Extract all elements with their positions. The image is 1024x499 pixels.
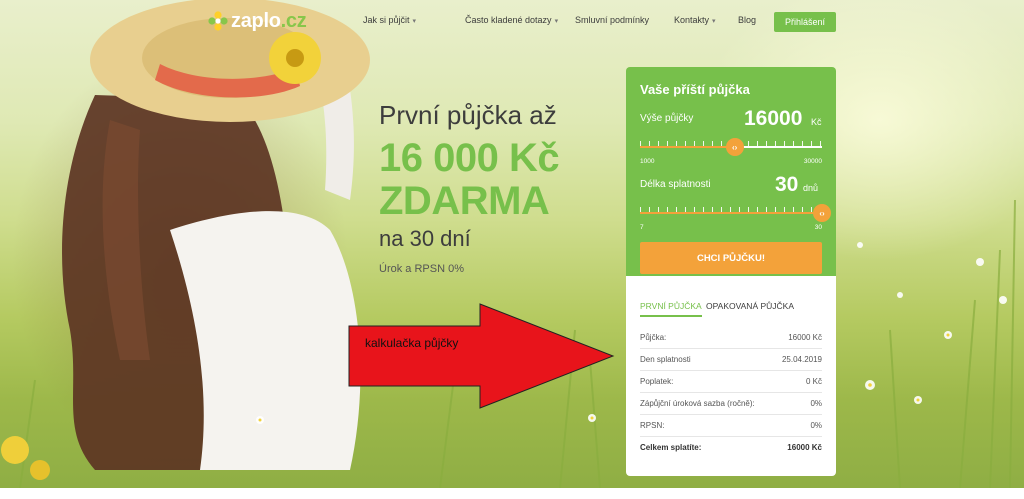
slider-handle[interactable]: ‹› xyxy=(813,204,831,222)
nav-item-terms[interactable]: Smluvní podmínky xyxy=(575,15,649,25)
hero-headline-free: ZDARMA xyxy=(379,179,550,223)
apply-loan-button[interactable]: CHCI PŮJČKU! xyxy=(640,242,822,274)
loan-summary: PRVNÍ PŮJČKA OPAKOVANÁ PŮJČKA Půjčka: 160… xyxy=(626,276,836,476)
table-row: Půjčka: 16000 Kč xyxy=(640,327,822,349)
hero-headline-amount: 16 000 Kč xyxy=(379,136,560,180)
table-row: Poplatek: 0 Kč xyxy=(640,371,822,393)
hero-headline-line1: První půjčka až xyxy=(379,100,557,130)
row-label: Celkem splatíte: xyxy=(640,443,702,452)
row-label: Zápůjční úroková sazba (ročně): xyxy=(640,399,755,408)
loan-calculator: Vaše příští půjčka Výše půjčky 16000 Kč … xyxy=(626,67,836,276)
table-row: Den splatnosti 25.04.2019 xyxy=(640,349,822,371)
site-logo[interactable]: zaplo.cz xyxy=(208,9,307,32)
amount-max: 30000 xyxy=(803,158,822,165)
hero-rate-note: Úrok a RPSN 0% xyxy=(379,263,464,275)
hero-headline-term: na 30 dní xyxy=(379,226,471,251)
tab-first-loan[interactable]: PRVNÍ PŮJČKA xyxy=(640,301,702,317)
row-label: Den splatnosti xyxy=(640,355,691,364)
amount-slider[interactable]: ‹› xyxy=(640,138,822,156)
row-value: 0 Kč xyxy=(805,377,822,386)
amount-unit: Kč xyxy=(811,117,822,127)
term-label: Délka splatnosti xyxy=(640,179,711,190)
nav-item-label: Často kladené dotazy xyxy=(465,15,552,25)
row-value: 0% xyxy=(810,399,822,408)
slider-handle[interactable]: ‹› xyxy=(725,138,744,156)
term-value: 30 xyxy=(775,173,799,196)
term-max: 30 xyxy=(814,224,822,231)
row-label: Půjčka: xyxy=(640,333,667,342)
row-value: 16000 Kč xyxy=(787,443,822,452)
term-slider[interactable]: ‹› xyxy=(640,204,831,222)
slider-fill xyxy=(640,212,822,214)
calculator-title: Vaše příští půjčka xyxy=(640,82,750,97)
table-row-total: Celkem splatíte: 16000 Kč xyxy=(640,437,822,458)
flower-logo-icon xyxy=(208,11,228,31)
nav-item-contacts[interactable]: Kontakty ▾ xyxy=(674,15,716,25)
annotation-label: kalkulačka půjčky xyxy=(365,336,459,350)
nav-item-blog[interactable]: Blog xyxy=(738,15,756,25)
amount-value: 16000 xyxy=(744,107,803,130)
table-row: RPSN: 0% xyxy=(640,415,822,437)
page-bottom xyxy=(0,488,1024,499)
nav-item-label: Jak si půjčit xyxy=(363,15,410,25)
slider-fill xyxy=(640,146,735,148)
hero-photo xyxy=(1,0,1016,488)
amount-min: 1000 xyxy=(640,158,655,165)
hero-background: zaplo.cz Jak si půjčit ▾ Často kladené do… xyxy=(0,0,1024,488)
tab-repeat-loan[interactable]: OPAKOVANÁ PŮJČKA xyxy=(706,301,794,315)
term-min: 7 xyxy=(640,224,644,231)
row-value: 25.04.2019 xyxy=(781,355,822,364)
row-label: RPSN: xyxy=(640,421,665,430)
amount-label: Výše půjčky xyxy=(640,113,694,124)
login-button[interactable]: Přihlášení xyxy=(774,12,836,32)
term-unit: dnů xyxy=(803,183,819,193)
row-value: 0% xyxy=(810,421,822,430)
nav-item-faq[interactable]: Často kladené dotazy ▾ xyxy=(465,15,558,25)
nav-item-label: Kontakty xyxy=(674,15,710,25)
nav-item-how-to-borrow[interactable]: Jak si půjčit ▾ xyxy=(363,15,416,25)
row-value: 16000 Kč xyxy=(788,333,822,342)
chevron-down-icon: ▾ xyxy=(712,18,716,25)
row-label: Poplatek: xyxy=(640,377,674,386)
annotation-arrow-icon xyxy=(348,303,615,409)
chevron-down-icon: ▾ xyxy=(412,18,417,25)
chevron-down-icon: ▾ xyxy=(554,18,559,25)
table-row: Zápůjční úroková sazba (ročně): 0% xyxy=(640,393,822,415)
logo-text: zaplo.cz xyxy=(231,9,307,32)
